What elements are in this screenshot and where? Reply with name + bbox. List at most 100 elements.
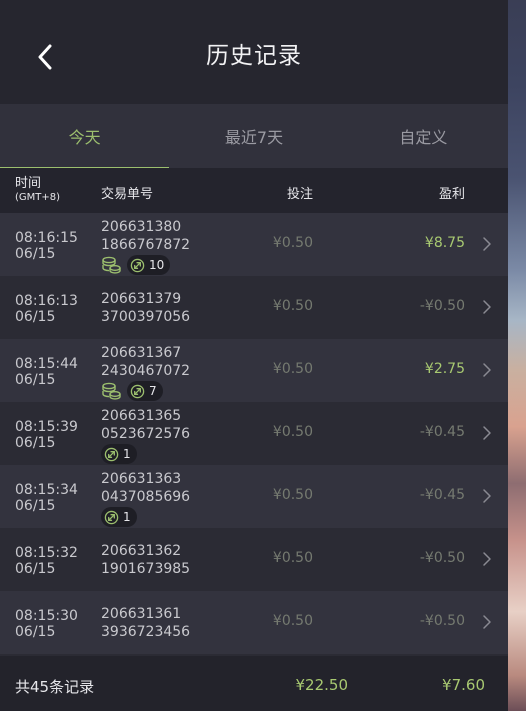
record-list: 08:16:15 06/15 206631380 1866767872 10 ¥…	[0, 213, 508, 654]
header: 历史记录	[0, 0, 508, 104]
tab-bar: 今天 最近7天 自定义	[0, 104, 508, 168]
row-badges: 1	[101, 507, 190, 527]
row-order-line2: 1866767872	[101, 237, 191, 253]
row-profit: -¥0.45	[419, 424, 465, 440]
tab-custom[interactable]: 自定义	[339, 104, 508, 168]
spin-count: 10	[149, 258, 165, 272]
row-time: 08:15:44 06/15	[15, 356, 78, 388]
row-time: 08:15:32 06/15	[15, 545, 78, 577]
chevron-right-icon	[483, 426, 491, 440]
chevron-right-icon	[483, 552, 491, 566]
coin-stack-icon	[102, 382, 121, 400]
chevron-right-icon	[483, 363, 491, 377]
table-row[interactable]: 08:15:34 06/15 206631363 0437085696 1 ¥0…	[0, 465, 508, 528]
row-profit: -¥0.50	[419, 550, 465, 566]
table-row[interactable]: 08:15:39 06/15 206631365 0523672576 1 ¥0…	[0, 402, 508, 465]
total-bet: ¥22.50	[295, 676, 349, 694]
row-profit: -¥0.50	[419, 298, 465, 314]
row-order: 206631367 2430467072 7	[101, 344, 190, 401]
row-order: 206631363 0437085696 1	[101, 470, 190, 527]
row-bet: ¥0.50	[272, 361, 313, 377]
row-order-line1: 206631361	[101, 606, 182, 622]
table-row[interactable]: 08:15:30 06/15 206631361 3936723456 ¥0.5…	[0, 591, 508, 654]
row-bet: ¥0.50	[272, 298, 313, 314]
table-row[interactable]: 08:16:13 06/15 206631379 3700397056 ¥0.5…	[0, 276, 508, 339]
row-profit: ¥2.75	[424, 361, 465, 377]
row-clock: 08:15:34	[15, 482, 78, 498]
row-order-line1: 206631365	[101, 408, 182, 424]
row-order-line2: 3936723456	[101, 624, 191, 640]
row-profit: -¥0.50	[419, 613, 465, 629]
column-time: 时间 (GMT+8)	[15, 177, 60, 205]
table-row[interactable]: 08:16:15 06/15 206631380 1866767872 10 ¥…	[0, 213, 508, 276]
spin-count: 1	[123, 510, 131, 524]
row-clock: 08:15:30	[15, 608, 78, 624]
row-bet: ¥0.50	[272, 235, 313, 251]
chevron-right-icon	[483, 615, 491, 629]
row-time: 08:16:13 06/15	[15, 293, 78, 325]
row-clock: 08:15:39	[15, 419, 78, 435]
spin-count: 1	[123, 447, 131, 461]
spin-count-badge: 1	[101, 444, 137, 464]
row-order: 206631380 1866767872 10	[101, 218, 190, 275]
row-order-line2: 0437085696	[101, 489, 191, 505]
total-records-label: 共45条记录	[15, 678, 95, 696]
spin-arrow-icon	[104, 447, 119, 461]
row-profit: -¥0.45	[419, 487, 465, 503]
row-order: 206631379 3700397056	[101, 290, 190, 326]
chevron-right-icon	[483, 489, 491, 503]
column-header: 时间 (GMT+8) 交易单号 投注 盈利	[0, 168, 508, 213]
row-order-line1: 206631362	[101, 543, 182, 559]
row-clock: 08:15:44	[15, 356, 78, 372]
coin-stack-icon	[102, 256, 121, 274]
spin-count-badge: 7	[127, 381, 163, 401]
row-order-line1: 206631367	[101, 345, 182, 361]
row-order-line1: 206631379	[101, 291, 182, 307]
row-bet: ¥0.50	[272, 424, 313, 440]
background-photo-strip	[508, 0, 526, 711]
row-time: 08:15:30 06/15	[15, 608, 78, 640]
table-row[interactable]: 08:15:32 06/15 206631362 1901673985 ¥0.5…	[0, 528, 508, 591]
row-order-line1: 206631363	[101, 471, 182, 487]
spin-count-badge: 10	[127, 255, 171, 275]
spin-count-badge: 1	[101, 507, 137, 527]
page-title: 历史记录	[206, 43, 302, 69]
chevron-right-icon	[483, 300, 491, 314]
row-bet: ¥0.50	[272, 487, 313, 503]
summary-footer: 共45条记录 ¥22.50 ¥7.60	[0, 656, 508, 711]
row-bet: ¥0.50	[272, 550, 313, 566]
column-order: 交易单号	[101, 187, 154, 202]
row-order: 206631362 1901673985	[101, 542, 190, 578]
table-row[interactable]: 08:15:44 06/15 206631367 2430467072 7 ¥0…	[0, 339, 508, 402]
row-badges: 7	[101, 381, 190, 401]
row-time: 08:16:15 06/15	[15, 230, 78, 262]
row-time: 08:15:39 06/15	[15, 419, 78, 451]
row-date: 06/15	[15, 498, 56, 514]
spin-arrow-icon	[130, 258, 145, 272]
row-clock: 08:16:15	[15, 230, 78, 246]
row-clock: 08:16:13	[15, 293, 78, 309]
spin-count: 7	[149, 384, 157, 398]
column-profit: 盈利	[438, 187, 465, 202]
chevron-right-icon	[483, 237, 491, 251]
row-badges: 10	[101, 255, 190, 275]
row-date: 06/15	[15, 246, 56, 262]
row-time: 08:15:34 06/15	[15, 482, 78, 514]
column-bet: 投注	[286, 187, 313, 202]
row-bet: ¥0.50	[272, 613, 313, 629]
row-order-line2: 2430467072	[101, 363, 191, 379]
row-profit: ¥8.75	[424, 235, 465, 251]
row-order: 206631361 3936723456	[101, 605, 190, 641]
row-order-line2: 0523672576	[101, 426, 191, 442]
row-date: 06/15	[15, 561, 56, 577]
tab-today[interactable]: 今天	[0, 104, 170, 168]
tab-last-7-days[interactable]: 最近7天	[169, 104, 338, 168]
row-order-line1: 206631380	[101, 219, 182, 235]
spin-arrow-icon	[130, 384, 145, 398]
row-date: 06/15	[15, 624, 56, 640]
column-time-zone: (GMT+8)	[15, 192, 61, 203]
row-order-line2: 3700397056	[101, 309, 191, 325]
row-date: 06/15	[15, 372, 56, 388]
row-clock: 08:15:32	[15, 545, 78, 561]
column-time-label: 时间	[15, 176, 42, 191]
